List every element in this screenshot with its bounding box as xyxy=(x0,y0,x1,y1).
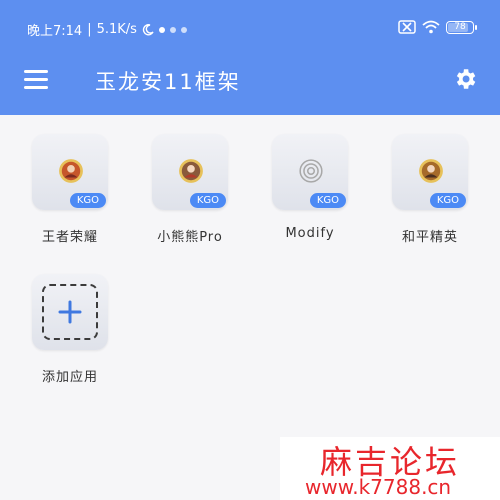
game-avatar-icon xyxy=(179,159,203,183)
app-screen: 晚上7:14 | 5.1K/s 78 玉龙安11框架 KGO 王者荣耀 KGO … xyxy=(0,0,500,500)
app-item-wangzhe[interactable]: KGO 王者荣耀 xyxy=(30,134,110,245)
kgo-badge: KGO xyxy=(189,193,226,208)
add-app-item[interactable]: 添加应用 xyxy=(30,274,110,385)
add-app-label: 添加应用 xyxy=(41,370,98,385)
kgo-badge: KGO xyxy=(69,193,106,208)
game-avatar-icon xyxy=(419,159,443,183)
app-label: Modify xyxy=(285,226,335,241)
moon-icon xyxy=(142,23,154,35)
app-item-hepingjingying[interactable]: KGO 和平精英 xyxy=(390,134,470,245)
battery-level: 78 xyxy=(454,22,466,32)
app-tile[interactable]: KGO xyxy=(272,134,348,210)
notification-dot-icon xyxy=(169,26,176,33)
app-item-xiaoxiongxiong[interactable]: KGO 小熊熊Pro xyxy=(150,134,230,245)
watermark-url: www.k7788.cn xyxy=(305,475,452,499)
plus-icon xyxy=(58,300,82,324)
wifi-icon xyxy=(422,20,440,34)
status-bar: 晚上7:14 | 5.1K/s 78 xyxy=(0,16,500,40)
status-separator: | xyxy=(87,22,92,37)
status-speed: 5.1K/s xyxy=(96,22,137,37)
app-bar: 玉龙安11框架 xyxy=(0,50,500,110)
app-tile[interactable]: KGO xyxy=(152,134,228,210)
app-label: 王者荣耀 xyxy=(41,230,98,245)
notification-dot-icon xyxy=(158,26,165,33)
status-right: 78 xyxy=(398,20,477,34)
spiral-icon xyxy=(299,159,323,183)
status-left: 晚上7:14 | 5.1K/s xyxy=(27,20,187,39)
kgo-badge: KGO xyxy=(429,193,466,208)
watermark: 麻吉论坛 www.k7788.cn xyxy=(280,437,500,500)
status-time: 晚上7:14 xyxy=(27,24,83,39)
page-title: 玉龙安11框架 xyxy=(95,70,241,94)
kgo-badge: KGO xyxy=(309,193,346,208)
add-app-frame xyxy=(42,284,98,340)
battery-icon: 78 xyxy=(446,20,477,34)
app-label: 和平精英 xyxy=(401,230,458,245)
hamburger-menu-icon[interactable] xyxy=(24,70,48,89)
app-tile[interactable]: KGO xyxy=(392,134,468,210)
sim-off-icon xyxy=(398,20,416,34)
gear-icon[interactable] xyxy=(452,66,478,92)
notification-dot-icon xyxy=(180,26,187,33)
game-avatar-icon xyxy=(59,159,83,183)
app-label: 小熊熊Pro xyxy=(157,230,223,245)
add-app-button[interactable] xyxy=(32,274,108,350)
app-tile[interactable]: KGO xyxy=(32,134,108,210)
app-item-modify[interactable]: KGO Modify xyxy=(270,134,350,241)
